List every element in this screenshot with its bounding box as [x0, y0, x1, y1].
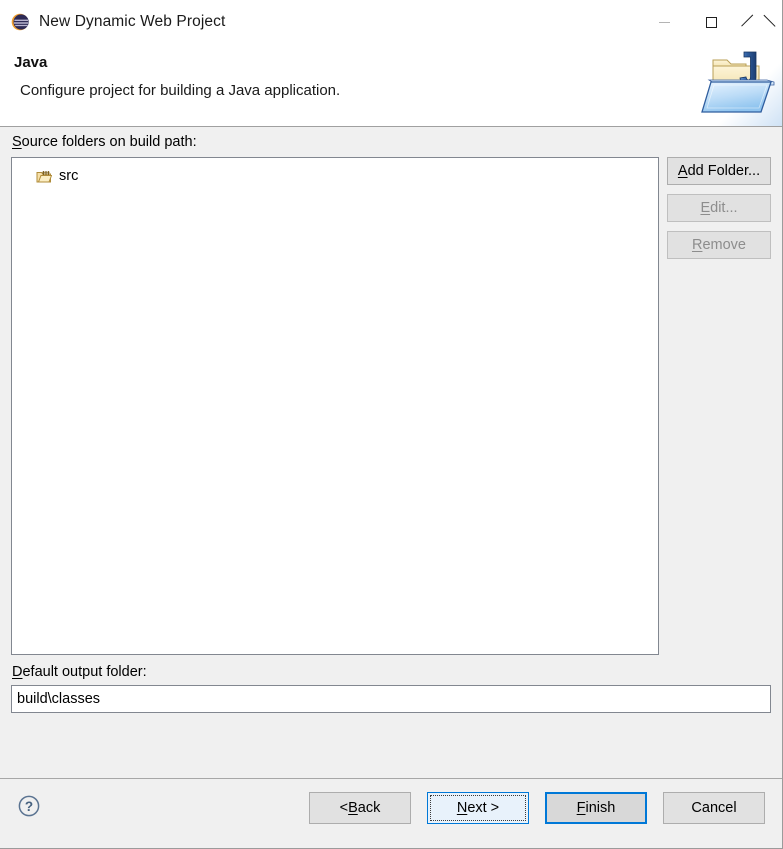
java-folder-banner-icon: [699, 44, 782, 126]
back-pre: <: [339, 800, 349, 816]
page-description: Configure project for building a Java ap…: [20, 82, 341, 99]
remove-mnemonic: R: [691, 237, 703, 253]
add-folder-label: dd Folder...: [687, 163, 761, 179]
new-dynamic-web-project-dialog: New Dynamic Web Project Java Configure p…: [0, 0, 783, 849]
finish-button[interactable]: Finish: [545, 792, 647, 824]
window-title: New Dynamic Web Project: [39, 13, 226, 30]
close-icon: [752, 16, 765, 29]
title-bar: New Dynamic Web Project: [0, 0, 782, 44]
default-output-folder-input[interactable]: [11, 685, 771, 713]
page-title: Java: [14, 54, 48, 71]
minimize-button[interactable]: [641, 0, 688, 44]
edit-mnemonic: E: [700, 200, 711, 216]
next-label: ext >: [467, 800, 500, 816]
cancel-label: Cancel: [691, 800, 737, 816]
wizard-body: Source folders on build path: src A dd F…: [0, 127, 782, 778]
source-folders-label-mnemonic: S: [12, 134, 22, 150]
default-output-folder-label-mnemonic: D: [12, 664, 23, 680]
list-item[interactable]: src: [12, 165, 658, 187]
remove-label: emove: [702, 237, 746, 253]
maximize-button[interactable]: [688, 0, 735, 44]
back-button[interactable]: < Back: [309, 792, 411, 824]
edit-button[interactable]: Edit...: [667, 194, 771, 222]
add-folder-button[interactable]: Add Folder...: [667, 157, 771, 185]
folder-action-buttons: Add Folder... Edit... Remove: [667, 157, 771, 259]
finish-mnemonic: F: [576, 800, 586, 816]
close-button[interactable]: [735, 0, 782, 44]
wizard-header: Java Configure project for building a Ja…: [0, 44, 782, 127]
back-mnemonic: B: [348, 800, 358, 816]
add-folder-mnemonic: A: [677, 163, 688, 179]
source-folder-icon: [36, 170, 52, 182]
default-output-folder-label-rest: efault output folder:: [22, 664, 147, 680]
eclipse-logo-icon: [11, 13, 29, 31]
next-mnemonic: N: [456, 800, 468, 816]
list-item-label: src: [59, 168, 79, 184]
help-button[interactable]: ?: [17, 794, 41, 818]
svg-text:?: ?: [25, 799, 33, 814]
window-controls: [641, 0, 782, 44]
source-folders-label: Source folders on build path:: [12, 134, 197, 150]
minimize-icon: [659, 21, 670, 23]
default-output-folder-label: Default output folder:: [12, 664, 147, 680]
cancel-button[interactable]: Cancel: [663, 792, 765, 824]
source-folders-label-rest: ource folders on build path:: [21, 134, 197, 150]
finish-label: inish: [585, 800, 616, 816]
wizard-navigation-buttons: < Back Next > Finish Cancel: [309, 792, 765, 824]
next-button[interactable]: Next >: [427, 792, 529, 824]
help-question-icon: ?: [18, 795, 40, 817]
dialog-footer: ? < Back Next > Finish Cancel: [0, 778, 782, 848]
remove-button[interactable]: Remove: [667, 231, 771, 259]
source-folders-list[interactable]: src: [11, 157, 659, 655]
maximize-icon: [706, 16, 717, 28]
back-label: ack: [357, 800, 381, 816]
edit-label: dit...: [710, 200, 738, 216]
